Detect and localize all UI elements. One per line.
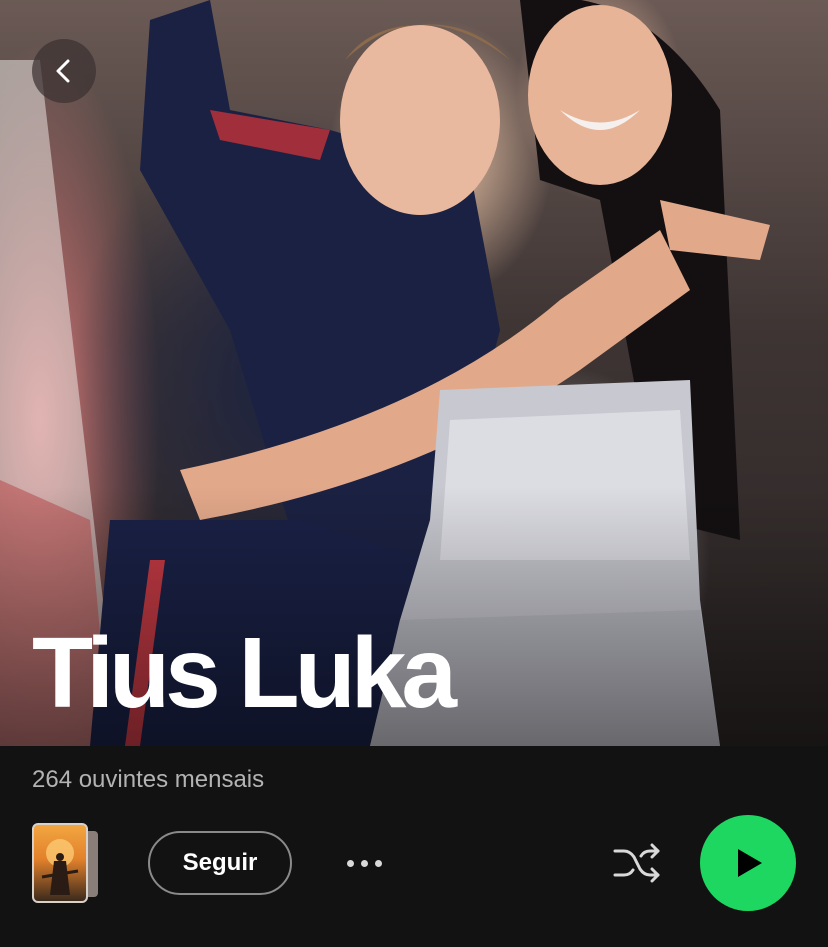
follow-button[interactable]: Seguir (148, 831, 292, 895)
more-options-button[interactable] (336, 840, 392, 886)
guitarist-silhouette-icon (41, 839, 79, 895)
more-dot (374, 859, 382, 867)
more-dot (360, 859, 368, 867)
more-dot (346, 859, 354, 867)
album-cover-thumbnail (32, 823, 88, 903)
chevron-left-icon (56, 59, 70, 83)
monthly-listeners: 264 ouvintes mensais (32, 766, 265, 793)
shuffle-icon (613, 843, 660, 883)
shuffle-button[interactable] (608, 838, 666, 888)
artist-pick-cover[interactable] (32, 823, 100, 903)
artist-name: Tius Luka (32, 617, 457, 729)
play-icon (738, 849, 762, 877)
play-button[interactable] (700, 815, 796, 911)
artist-header-image: Tius Luka (0, 0, 828, 746)
back-button[interactable] (32, 39, 96, 103)
